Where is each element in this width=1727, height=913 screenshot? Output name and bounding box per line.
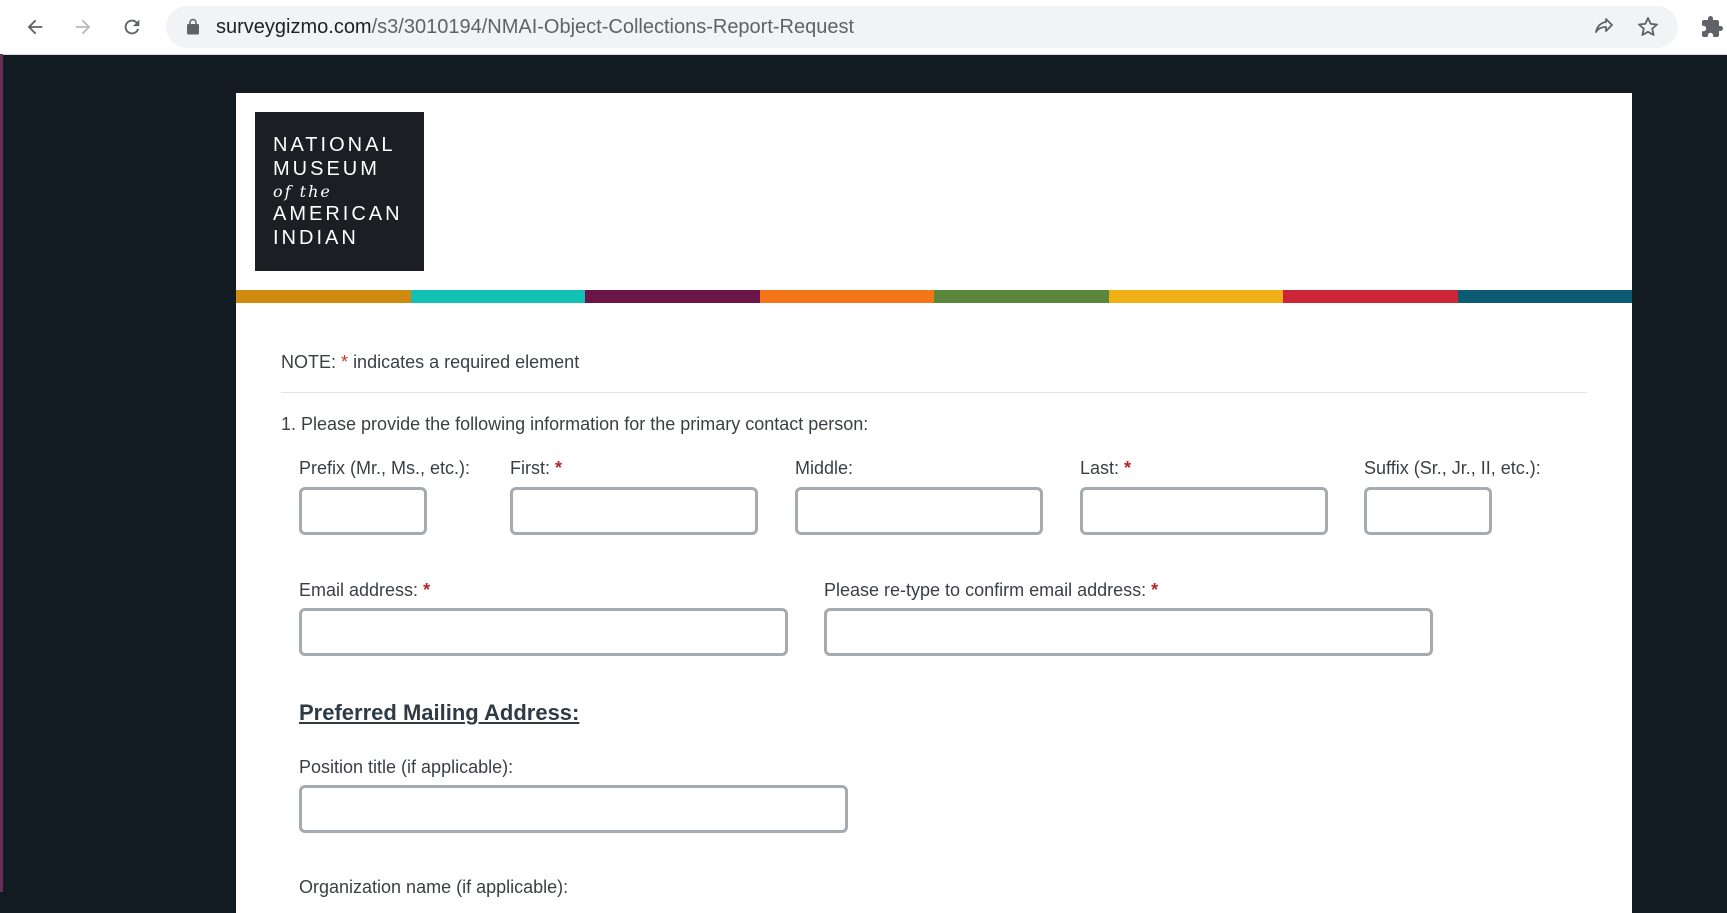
logo-line: INDIAN	[273, 227, 359, 249]
reload-icon	[124, 19, 140, 35]
suffix-input[interactable]	[1364, 487, 1492, 535]
stripe-segment	[1283, 290, 1458, 303]
extensions-puzzle-icon[interactable]	[1700, 15, 1724, 39]
url-domain: surveygizmo.com	[216, 16, 372, 38]
browser-toolbar: surveygizmo.com/s3/3010194/NMAI-Object-C…	[0, 0, 1727, 55]
first-name-input[interactable]	[510, 487, 758, 535]
confirm-email-input[interactable]	[824, 608, 1433, 656]
suffix-label: Suffix (Sr., Jr., II, etc.):	[1364, 458, 1541, 478]
logo-line: AMERICAN	[273, 203, 403, 225]
logo-line: MUSEUM	[273, 158, 380, 180]
stripe-segment	[1457, 290, 1632, 303]
last-name-label: Last: *	[1080, 458, 1132, 478]
mailing-address-heading: Preferred Mailing Address:	[299, 700, 580, 725]
required-mark: *	[1151, 580, 1159, 600]
prefix-input[interactable]	[299, 487, 427, 535]
stripe-segment	[585, 290, 760, 303]
window-edge	[0, 54, 3, 892]
required-note: NOTE: * indicates a required element	[281, 352, 579, 373]
note-text: indicates a required element	[353, 352, 580, 372]
position-title-input[interactable]	[299, 785, 848, 833]
divider	[281, 392, 1587, 393]
nmai-logo: NATIONAL MUSEUM of the AMERICAN INDIAN	[255, 112, 424, 271]
question-1: 1. Please provide the following informat…	[281, 414, 869, 434]
back-arrow-icon	[27, 19, 43, 35]
logo-line: of the	[273, 182, 332, 201]
forward-arrow-icon	[75, 19, 91, 35]
confirm-email-label: Please re-type to confirm email address:…	[824, 580, 1159, 600]
required-mark: *	[423, 580, 431, 600]
url-text: surveygizmo.com/s3/3010194/NMAI-Object-C…	[216, 16, 854, 39]
back-button[interactable]	[16, 8, 54, 46]
note-prefix: NOTE:	[281, 352, 337, 372]
reload-button[interactable]	[113, 8, 151, 46]
organization-label: Organization name (if applicable):	[299, 877, 569, 897]
prefix-label: Prefix (Mr., Ms., etc.):	[299, 458, 471, 478]
required-star: *	[341, 352, 349, 372]
first-name-label: First: *	[510, 458, 563, 478]
stripe-segment	[934, 290, 1109, 303]
stripe-segment	[759, 290, 934, 303]
survey-page: NATIONAL MUSEUM of the AMERICAN INDIAN N…	[236, 93, 1632, 913]
forward-button[interactable]	[64, 8, 102, 46]
middle-name-label: Middle:	[795, 458, 854, 478]
logo-line: NATIONAL	[273, 134, 396, 156]
email-label: Email address: *	[299, 580, 431, 600]
bookmark-star-icon[interactable]	[1636, 15, 1660, 39]
required-mark: *	[1124, 458, 1132, 478]
address-bar[interactable]: surveygizmo.com/s3/3010194/NMAI-Object-C…	[166, 6, 1678, 48]
color-stripe	[236, 290, 1632, 303]
last-name-input[interactable]	[1080, 487, 1328, 535]
stripe-segment	[410, 290, 585, 303]
required-mark: *	[555, 458, 563, 478]
position-title-label: Position title (if applicable):	[299, 757, 514, 777]
stripe-segment	[236, 290, 411, 303]
lock-icon	[187, 18, 199, 35]
url-path: /s3/3010194/NMAI-Object-Collections-Repo…	[371, 16, 855, 38]
email-input[interactable]	[299, 608, 788, 656]
middle-name-input[interactable]	[795, 487, 1043, 535]
stripe-segment	[1108, 290, 1283, 303]
share-icon[interactable]	[1592, 15, 1616, 39]
